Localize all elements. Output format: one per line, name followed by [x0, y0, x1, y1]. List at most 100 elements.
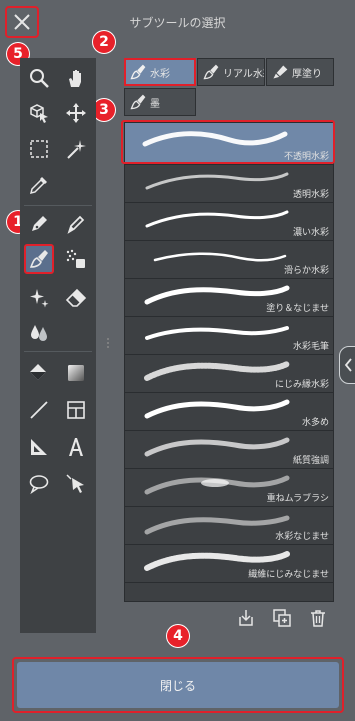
pencil-tool[interactable]	[61, 209, 91, 239]
move-tool[interactable]	[61, 98, 91, 128]
brush-label: 濃い水彩	[292, 228, 329, 238]
frame-border-icon	[67, 401, 85, 419]
list-item[interactable]: 水彩毛筆	[125, 317, 333, 355]
zoom-tool[interactable]	[24, 63, 54, 93]
text-tool[interactable]	[61, 432, 91, 462]
delete-button[interactable]	[308, 608, 328, 628]
list-item[interactable]: 水彩なじませ	[125, 507, 333, 545]
brush-icon	[203, 64, 219, 80]
tab-label: 墨	[150, 98, 160, 110]
brush-label: 滑らか水彩	[283, 266, 329, 276]
brush-tool[interactable]	[24, 244, 54, 274]
list-item[interactable]: 透明水彩	[125, 165, 333, 203]
text-icon	[69, 438, 83, 456]
list-item[interactable]: 塗り＆なじませ	[125, 279, 333, 317]
brush-label: 水彩毛筆	[292, 342, 329, 352]
brush-label: 塗り＆なじませ	[266, 304, 329, 314]
brush-label: 水彩なじませ	[275, 532, 329, 542]
fill-tool[interactable]	[24, 358, 54, 388]
correct-line-tool[interactable]	[61, 469, 91, 499]
pen-tool[interactable]	[24, 209, 54, 239]
stroke-preview	[145, 172, 289, 190]
ruler-tool[interactable]	[24, 432, 54, 462]
brush-label: 繊維にじみなじませ	[248, 570, 329, 580]
eraser-icon	[65, 288, 87, 307]
fill-bucket-icon	[30, 364, 46, 380]
page-title: サブツールの選択	[129, 16, 226, 30]
brush-label: 水多め	[301, 418, 329, 428]
selected-item-highlight	[121, 120, 335, 164]
import-icon	[239, 610, 253, 626]
eraser-tool[interactable]	[61, 283, 91, 313]
close-dialog-button-frame: 閉じる	[12, 657, 344, 713]
airbrush-tool[interactable]	[61, 244, 91, 274]
blend-tool[interactable]	[24, 317, 54, 347]
stroke-preview	[145, 210, 289, 228]
list-item[interactable]: にじみ縁水彩	[125, 355, 333, 393]
list-item[interactable]: 濃い水彩	[125, 203, 333, 241]
hand-icon	[69, 70, 81, 87]
selection-tool[interactable]	[24, 134, 54, 164]
close-dialog-button[interactable]: 閉じる	[17, 662, 339, 708]
blend-drops-icon	[31, 325, 47, 341]
stroke-preview	[145, 326, 289, 340]
decoration-tool[interactable]	[24, 283, 54, 313]
tab-label: 水彩	[150, 68, 170, 80]
stroke-preview	[144, 361, 290, 381]
chevron-left-icon	[344, 358, 352, 372]
step-badge-4: 4	[167, 625, 189, 647]
object-select-icon	[30, 104, 48, 123]
step-badge-3: 3	[93, 99, 115, 121]
decoration-sparkle-icon	[30, 289, 49, 308]
line-icon	[30, 401, 48, 419]
tab-label: 厚塗り	[292, 68, 322, 80]
subtool-list: 不透明水彩 透明水彩 濃い水彩 滑らか水彩 塗り＆なじませ 水彩毛筆 にじみ縁水…	[124, 122, 334, 602]
step-badge-2: 2	[93, 31, 115, 53]
gradient-tool[interactable]	[61, 358, 91, 388]
gradient-icon	[68, 365, 84, 381]
object-tool[interactable]	[24, 98, 54, 128]
eyedropper-tool[interactable]	[24, 170, 54, 200]
flat-brush-icon	[273, 65, 288, 79]
brush-icon	[130, 94, 146, 110]
stroke-preview	[144, 399, 290, 419]
hand-tool[interactable]	[61, 63, 91, 93]
tool-palette	[20, 58, 96, 633]
stroke-preview	[144, 515, 290, 535]
panel-collapse-handle[interactable]	[339, 346, 355, 384]
brush-icon	[130, 64, 146, 80]
move-icon	[66, 103, 86, 123]
subtool-group-tabs: 水彩 リアル水彩 厚塗り 墨	[124, 58, 334, 120]
list-item[interactable]: 重ねムラブラシ	[125, 469, 333, 507]
list-item[interactable]: 滑らか水彩	[125, 241, 333, 279]
auto-select-wand-icon	[67, 140, 86, 159]
list-item[interactable]: 紙質強調	[125, 431, 333, 469]
airbrush-icon	[66, 249, 85, 268]
tab-ink[interactable]: 墨	[124, 88, 196, 116]
frame-border-tool[interactable]	[61, 395, 91, 425]
list-item[interactable]: 水多め	[125, 393, 333, 431]
tab-watercolor[interactable]: 水彩	[124, 58, 196, 86]
tab-label: リアル水彩	[223, 68, 264, 80]
list-actions	[236, 608, 332, 632]
correct-line-icon	[66, 474, 84, 493]
balloon-tool[interactable]	[24, 469, 54, 499]
figure-tool[interactable]	[24, 395, 54, 425]
duplicate-icon	[273, 609, 291, 627]
stroke-preview	[144, 437, 290, 457]
pen-icon	[32, 216, 47, 231]
duplicate-button[interactable]	[272, 608, 292, 628]
import-button[interactable]	[236, 608, 256, 628]
brush-label: 重ねムラブラシ	[266, 494, 329, 504]
zoom-icon	[30, 69, 49, 88]
brush-label: 紙質強調	[292, 456, 329, 466]
list-item[interactable]: 繊維にじみなじませ	[125, 545, 333, 583]
brush-label: にじみ縁水彩	[274, 380, 329, 390]
ruler-icon	[31, 439, 47, 455]
tab-thick-paint[interactable]: 厚塗り	[266, 58, 334, 86]
tab-real-watercolor[interactable]: リアル水彩	[197, 58, 265, 86]
auto-select-tool[interactable]	[61, 134, 91, 164]
panel-resize-handle[interactable]	[107, 338, 110, 352]
stroke-preview	[153, 252, 287, 262]
pencil-icon	[67, 215, 85, 234]
